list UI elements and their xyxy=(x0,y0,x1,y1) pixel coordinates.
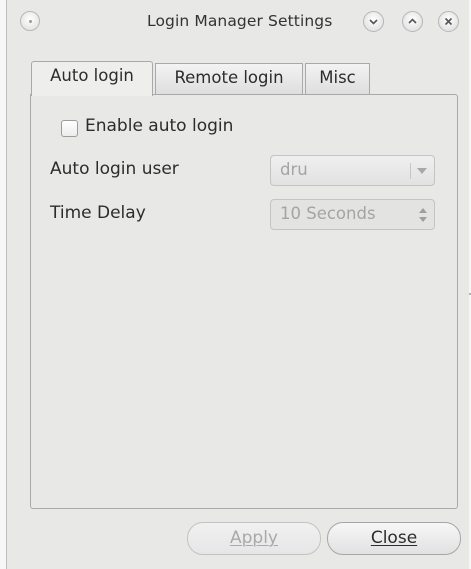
combo-separator xyxy=(410,163,411,179)
spin-arrows-icon[interactable] xyxy=(418,207,428,223)
tab-remote-login[interactable]: Remote login xyxy=(155,63,303,94)
tab-remote-login-label: Remote login xyxy=(174,68,284,87)
auto-login-user-value: dru xyxy=(280,160,308,179)
auto-login-user-select[interactable]: dru xyxy=(270,155,435,186)
enable-auto-login-checkbox[interactable] xyxy=(61,120,78,137)
close-button-label: Close xyxy=(370,528,418,548)
auto-login-user-label: Auto login user xyxy=(50,159,179,179)
maximize-icon[interactable] xyxy=(402,11,423,32)
time-delay-spinbox[interactable]: 10 Seconds xyxy=(270,199,435,230)
window-menu-icon[interactable] xyxy=(20,11,40,31)
time-delay-value: 10 Seconds xyxy=(280,204,376,223)
title-bar[interactable]: Login Manager Settings xyxy=(7,0,469,44)
tab-auto-login-label: Auto login xyxy=(50,66,134,85)
apply-button[interactable]: Apply xyxy=(187,522,321,555)
tab-misc[interactable]: Misc xyxy=(305,63,370,94)
enable-auto-login-label[interactable]: Enable auto login xyxy=(85,116,233,136)
apply-button-label: Apply xyxy=(230,528,278,548)
chevron-down-icon xyxy=(417,168,427,174)
tab-misc-label: Misc xyxy=(319,68,356,87)
time-delay-label: Time Delay xyxy=(50,203,146,223)
settings-window: Login Manager Settings Auto login Remote… xyxy=(6,0,471,569)
tab-auto-login[interactable]: Auto login xyxy=(31,61,153,96)
close-button[interactable]: Close xyxy=(327,522,461,555)
window-title: Login Manager Settings xyxy=(147,12,333,30)
minimize-icon[interactable] xyxy=(363,11,384,32)
close-icon[interactable] xyxy=(438,11,459,32)
